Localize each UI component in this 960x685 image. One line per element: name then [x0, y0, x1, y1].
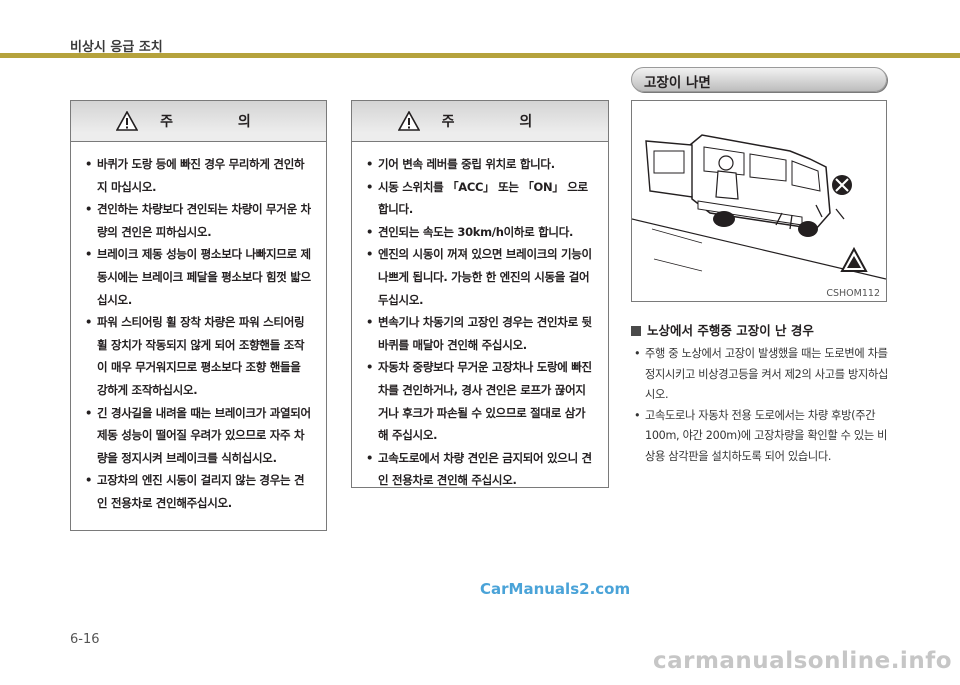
section-title: 고장이 나면 [644, 75, 711, 91]
warning-triangle-icon [397, 111, 420, 131]
warning-triangle-icon [116, 111, 139, 131]
caution-item: 브레이크 제동 성능이 평소보다 나빠지므로 제동시에는 브레이크 페달을 평소… [85, 243, 312, 311]
caution-item: 고속도로에서 차량 견인은 금지되어 있으니 견인 전용차로 견인해 주십시오. [366, 447, 594, 492]
caution-list: 바퀴가 도랑 등에 빠진 경우 무리하게 견인하지 마십시오. 견인하는 차량보… [71, 142, 326, 515]
section-title-pill: 고장이 나면 [631, 67, 887, 92]
breakdown-illustration: CSHOM112 [631, 100, 887, 302]
page-number: 6-16 [70, 632, 100, 647]
caution-item: 파워 스티어링 휠 장착 차량은 파워 스티어링 휠 장치가 작동되지 않게 되… [85, 311, 312, 401]
caution-item: 고장차의 엔진 시동이 걸리지 않는 경우는 견인 전용차로 견인해주십시오. [85, 469, 312, 514]
caution-item: 기어 변속 레버를 중립 위치로 합니다. [366, 153, 594, 176]
square-bullet-icon [631, 326, 641, 336]
caution-item: 엔진의 시동이 꺼져 있으면 브레이크의 기능이 나쁘게 됩니다. 가능한 한 … [366, 243, 594, 311]
broken-down-van-illustration [631, 134, 887, 280]
caution-title: 주 의 [441, 114, 563, 130]
caution-header: 주 의 [352, 101, 608, 142]
caution-item: 시동 스위치를 「ACC」 또는 「ON」 으로 합니다. [366, 176, 594, 221]
caution-box-right: 주 의 기어 변속 레버를 중립 위치로 합니다. 시동 스위치를 「ACC」 … [351, 100, 609, 488]
caution-item: 자동차 중량보다 무거운 고장차나 도랑에 빠진 차를 견인하거나, 경사 견인… [366, 356, 594, 446]
header-rule [0, 53, 960, 58]
caution-item: 견인되는 속도는 30km/h이하로 합니다. [366, 221, 594, 244]
body-item: 주행 중 노상에서 고장이 발생했을 때는 도로변에 차를 정지시키고 비상경고… [631, 344, 893, 406]
caution-list: 기어 변속 레버를 중립 위치로 합니다. 시동 스위치를 「ACC」 또는 「… [352, 142, 608, 492]
caution-box-left: 주 의 바퀴가 도랑 등에 빠진 경우 무리하게 견인하지 마십시오. 견인하는… [70, 100, 327, 531]
caution-item: 견인하는 차량보다 견인되는 차량이 무거운 차량의 견인은 피하십시오. [85, 198, 312, 243]
subheading-text: 노상에서 주행중 고장이 난 경우 [647, 323, 814, 338]
body-item: 고속도로나 자동차 전용 도로에서는 차량 후방(주간 100m, 야간 200… [631, 406, 893, 468]
caution-item: 변속기나 차동기의 고장인 경우는 견인차로 뒷 바퀴를 매달아 견인해 주십시… [366, 311, 594, 356]
subheading: 노상에서 주행중 고장이 난 경우 [631, 320, 814, 339]
caution-item: 바퀴가 도랑 등에 빠진 경우 무리하게 견인하지 마십시오. [85, 153, 312, 198]
caution-item: 긴 경사길을 내려올 때는 브레이크가 과열되어 제동 성능이 떨어질 우려가 … [85, 402, 312, 470]
caution-header: 주 의 [71, 101, 326, 142]
caution-title: 주 의 [160, 114, 281, 130]
body-list: 주행 중 노상에서 고장이 발생했을 때는 도로변에 차를 정지시키고 비상경고… [631, 344, 893, 467]
figure-code: CSHOM112 [826, 288, 880, 299]
watermark-bottom[interactable]: carmanualsonline.info [653, 648, 952, 674]
watermark-center[interactable]: CarManuals2.com [480, 580, 630, 598]
